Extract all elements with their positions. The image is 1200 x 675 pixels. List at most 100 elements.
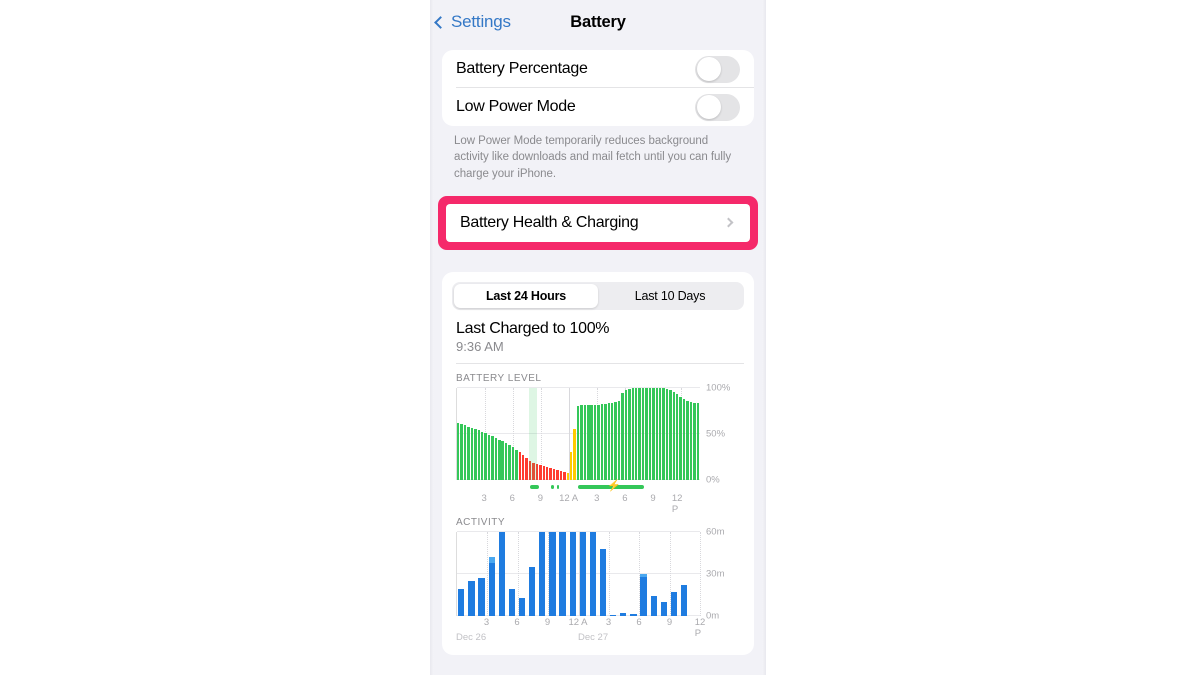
battery-level-y-axis: 0% 50% 100%	[702, 382, 744, 485]
battery-level-bar	[504, 443, 508, 480]
charging-segment	[556, 484, 559, 489]
battery-level-bar	[621, 392, 624, 480]
x-axis-tick-label: 12 A	[568, 616, 588, 628]
battery-level-bar	[576, 406, 580, 480]
activity-x-axis: 3 6 9 12 A 3 6 9 12 P	[456, 616, 705, 639]
battery-level-bar	[665, 388, 669, 480]
segment-last-10-days[interactable]: Last 10 Days	[598, 284, 742, 308]
activity-bar	[650, 596, 657, 616]
battery-level-bar	[604, 403, 607, 480]
battery-level-bar	[597, 404, 600, 480]
battery-level-bar	[652, 387, 655, 480]
battery-level-bar	[552, 468, 556, 480]
activity-bar	[468, 580, 475, 616]
battery-level-bar	[682, 399, 686, 480]
x-axis-tick-label: 12 P	[671, 492, 683, 515]
battery-level-bar	[655, 387, 658, 480]
row-battery-percentage[interactable]: Battery Percentage	[442, 50, 754, 88]
activity-y-axis: 0m 30m 60m	[702, 526, 744, 621]
activity-bar	[539, 531, 546, 616]
battery-level-bar	[696, 402, 700, 480]
battery-level-bar	[689, 401, 693, 480]
battery-level-bar	[607, 402, 611, 480]
activity-bar	[599, 548, 607, 616]
battery-level-bar	[559, 470, 563, 480]
activity-plot: 0m 30m 60m	[456, 526, 724, 621]
battery-level-chart: 0% 50% 100% ⚡ 3 6 9 12 A 3 6 9 12 P	[452, 382, 744, 515]
battery-level-bar	[498, 439, 501, 480]
battery-level-bar	[686, 400, 689, 480]
x-axis-tick-label: 3	[594, 492, 600, 504]
battery-level-bar	[569, 452, 573, 480]
battery-level-bar	[641, 387, 645, 480]
charging-indicator-strip: ⚡	[456, 479, 700, 492]
battery-level-bar	[672, 391, 676, 480]
battery-level-bar	[467, 426, 470, 480]
low-power-mode-footnote: Low Power Mode temporarily reduces backg…	[454, 135, 732, 180]
navigation-bar: Settings Battery	[430, 0, 766, 50]
battery-level-bar	[501, 441, 504, 480]
battery-level-bar	[566, 472, 569, 480]
activity-bar	[478, 578, 485, 616]
row-low-power-mode-label: Low Power Mode	[456, 98, 576, 115]
battery-level-bar	[590, 404, 593, 480]
battery-level-bar	[525, 457, 528, 480]
row-battery-percentage-label: Battery Percentage	[456, 60, 588, 77]
date-label: Dec 27	[578, 631, 609, 643]
battery-percentage-toggle[interactable]	[695, 55, 740, 83]
lightning-bolt-icon: ⚡	[607, 479, 621, 492]
x-axis-tick-label: 3	[483, 616, 490, 628]
x-axis-tick-label: 6	[514, 616, 520, 628]
battery-level-bar	[545, 467, 549, 480]
low-power-mode-toggle[interactable]	[695, 93, 740, 121]
activity-bar	[660, 601, 667, 616]
x-axis-tick-label: 9	[544, 616, 551, 628]
date-label: Dec 26	[456, 631, 487, 643]
activity-date-axis: Dec 26 Dec 27	[456, 632, 700, 647]
charging-segment	[551, 484, 554, 489]
battery-level-bar	[600, 403, 604, 480]
activity-bar	[569, 531, 576, 616]
battery-level-bar	[508, 445, 511, 480]
charging-segment	[530, 484, 539, 489]
battery-level-bar	[634, 387, 638, 480]
battery-settings-group: Battery Percentage Low Power Mode	[442, 50, 754, 126]
battery-level-bar	[487, 434, 491, 480]
y-axis-tick-label: 0%	[706, 474, 720, 486]
battery-usage-card: Last 24 Hours Last 10 Days Last Charged …	[442, 271, 754, 655]
x-axis-tick-label: 6	[636, 616, 642, 628]
battery-health-label: Battery Health & Charging	[460, 213, 639, 231]
row-low-power-mode[interactable]: Low Power Mode	[442, 88, 754, 126]
battery-health-highlight: Battery Health & Charging	[438, 195, 758, 250]
battery-level-bar	[463, 424, 467, 480]
battery-level-bar	[491, 435, 494, 480]
battery-level-bar	[648, 387, 652, 480]
battery-level-bar	[580, 405, 583, 480]
row-battery-health-charging[interactable]: Battery Health & Charging	[446, 203, 750, 242]
y-axis-tick-label: 60m	[706, 526, 725, 538]
activity-bar	[549, 531, 556, 616]
battery-level-bar	[511, 446, 515, 480]
vertical-gridline	[700, 531, 701, 616]
battery-level-bar	[645, 387, 648, 480]
segment-last-24-hours[interactable]: Last 24 Hours	[454, 283, 598, 308]
battery-level-bar	[693, 402, 696, 480]
x-axis-tick-label: 3	[605, 616, 612, 628]
battery-level-bar	[518, 452, 522, 480]
y-axis-tick-label: 100%	[706, 382, 731, 394]
battery-level-bar	[662, 387, 665, 480]
time-range-segmented-control[interactable]: Last 24 Hours Last 10 Days	[452, 281, 744, 310]
activity-bar	[670, 592, 678, 616]
x-axis-tick-label: 6	[509, 492, 515, 504]
battery-level-bar	[480, 432, 484, 480]
card-divider	[456, 362, 744, 364]
x-axis-tick-label: 12 A	[559, 492, 579, 504]
battery-level-bar	[587, 404, 590, 480]
x-axis-tick-label: 9	[666, 616, 673, 628]
battery-level-bar	[658, 387, 662, 480]
battery-level-bar	[611, 402, 614, 480]
activity-bar	[508, 589, 516, 616]
activity-bar	[498, 531, 505, 616]
battery-level-bar	[460, 423, 463, 480]
screenshot-root: Settings Battery Battery Percentage Low …	[0, 0, 1200, 675]
